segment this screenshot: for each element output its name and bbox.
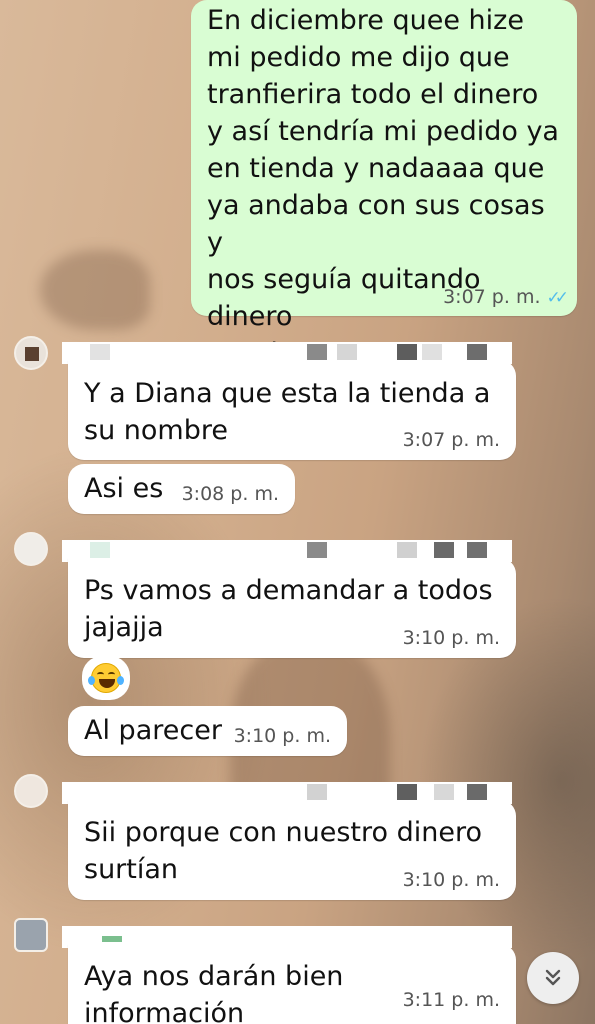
sender-avatar[interactable]	[14, 336, 48, 370]
wallpaper-butterfly-shadow	[40, 250, 150, 330]
message-text: En diciembre quee hize mi pedido me dijo…	[207, 5, 559, 369]
message-time: 3:10 p. m.	[402, 627, 500, 649]
incoming-message[interactable]: Sii porque con nuestro dinero surtían 3:…	[68, 800, 516, 900]
message-time: 3:11 p. m.	[402, 989, 500, 1011]
scroll-to-bottom-button[interactable]	[527, 952, 579, 1004]
message-time: 3:10 p. m.	[233, 725, 331, 747]
incoming-message[interactable]: Al parecer 3:10 p. m.	[68, 706, 347, 756]
message-meta: 3:07 p. m. ✓✓	[443, 286, 569, 308]
incoming-message[interactable]: Y a Diana que esta la tienda a su nombre…	[68, 360, 516, 460]
incoming-message[interactable]: Asi es 3:08 p. m.	[68, 464, 295, 514]
sender-avatar[interactable]	[14, 532, 48, 566]
message-time: 3:08 p. m.	[181, 483, 279, 505]
double-chevron-down-icon	[545, 969, 561, 986]
face-with-tears-of-joy-icon[interactable]	[82, 656, 130, 700]
message-time: 3:07 p. m.	[402, 429, 500, 451]
read-double-check-icon: ✓✓	[546, 288, 569, 308]
message-time: 3:10 p. m.	[402, 869, 500, 891]
incoming-message[interactable]: Ps vamos a demandar a todos jajajja 3:10…	[68, 558, 516, 658]
sender-avatar[interactable]	[14, 774, 48, 808]
message-time: 3:07 p. m.	[443, 286, 541, 308]
sender-avatar[interactable]	[14, 918, 48, 952]
outgoing-message[interactable]: En diciembre quee hize mi pedido me dijo…	[191, 0, 577, 369]
incoming-message[interactable]: Aya nos darán bien información de que ha…	[68, 944, 516, 1024]
